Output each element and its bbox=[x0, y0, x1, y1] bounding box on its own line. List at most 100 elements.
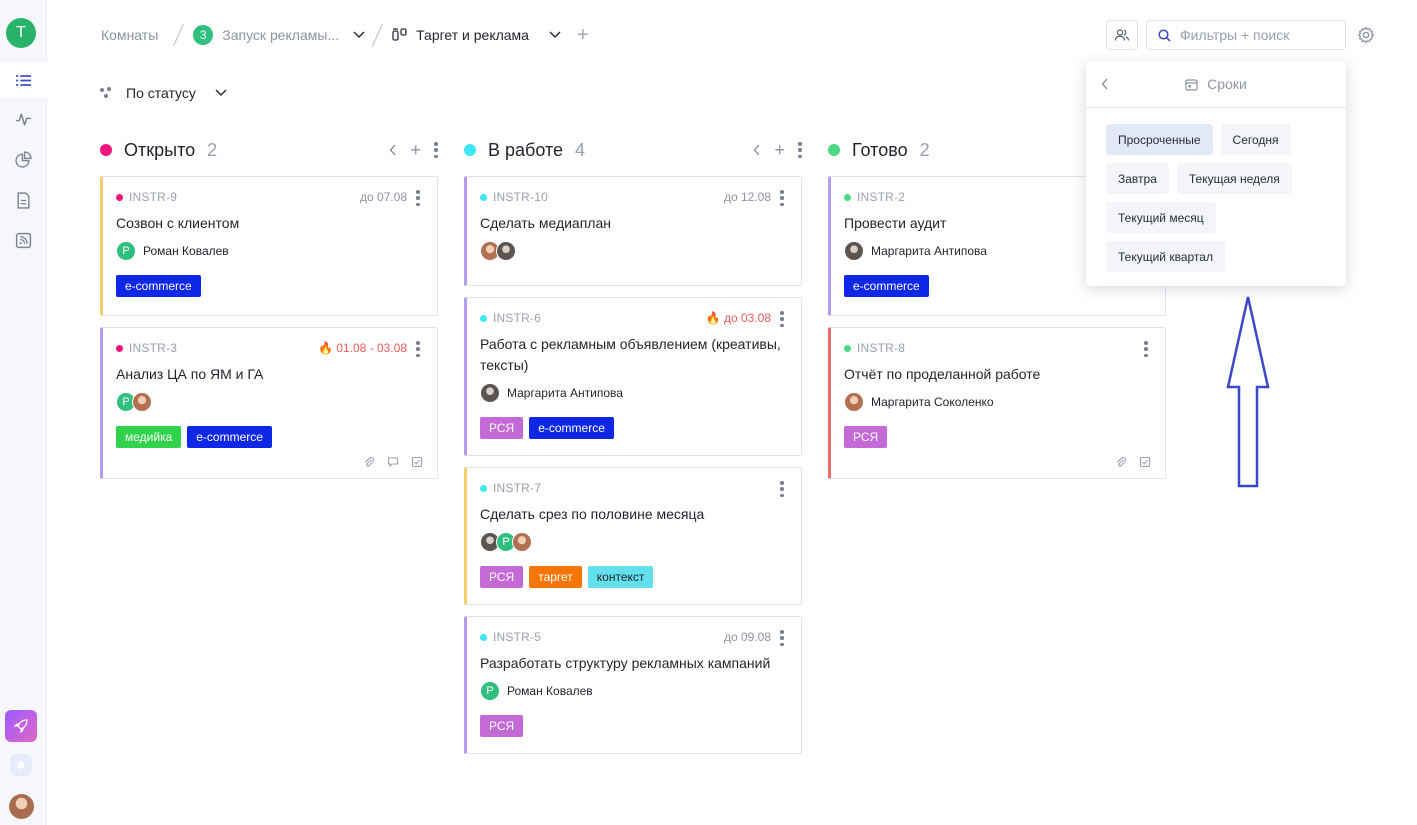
chevron-down-icon[interactable] bbox=[353, 31, 365, 39]
breadcrumb-project[interactable]: Запуск рекламы... bbox=[222, 27, 339, 43]
chevron-down-icon bbox=[215, 89, 227, 97]
sidebar-item-feed[interactable] bbox=[0, 222, 47, 258]
column-title: Открыто bbox=[124, 139, 196, 160]
chevron-left-icon[interactable] bbox=[753, 144, 761, 156]
avatar bbox=[132, 392, 152, 412]
activity-icon bbox=[16, 112, 31, 126]
assignee-name: Маргарита Антипова bbox=[871, 244, 987, 258]
deadline-option-this-month[interactable]: Текущий месяц bbox=[1106, 202, 1216, 233]
add-card-button[interactable]: + bbox=[410, 141, 421, 159]
deadline-option-this-week[interactable]: Текущая неделя bbox=[1176, 163, 1292, 194]
column-menu-icon[interactable] bbox=[434, 142, 438, 158]
board-icon bbox=[392, 28, 407, 41]
fire-icon: 🔥 bbox=[705, 311, 721, 325]
add-card-button[interactable]: + bbox=[774, 141, 785, 159]
rss-icon bbox=[15, 232, 32, 248]
status-dot bbox=[464, 144, 476, 156]
tag: РСЯ bbox=[480, 417, 524, 439]
avatar bbox=[480, 383, 500, 403]
task-card[interactable]: INSTR-10 до 12.08 Сделать медиаплан bbox=[464, 176, 802, 286]
group-icon bbox=[100, 87, 111, 98]
sidebar-item-activity[interactable] bbox=[0, 101, 47, 137]
search-input[interactable] bbox=[1180, 27, 1340, 43]
sidebar: T bbox=[0, 0, 47, 825]
avatar bbox=[512, 532, 532, 552]
chevron-left-icon[interactable] bbox=[1100, 77, 1110, 91]
add-board-button[interactable]: + bbox=[577, 25, 589, 45]
card-menu-icon[interactable] bbox=[780, 311, 784, 327]
avatar: Р bbox=[480, 681, 500, 701]
workspace-avatar[interactable]: T bbox=[6, 18, 36, 48]
task-key: INSTR-7 bbox=[493, 481, 542, 495]
assignee-name: Маргарита Антипова bbox=[507, 386, 623, 400]
members-button[interactable] bbox=[1106, 20, 1138, 50]
notifications-button[interactable] bbox=[10, 754, 32, 776]
sidebar-item-reports[interactable] bbox=[0, 141, 47, 177]
card-menu-icon[interactable] bbox=[780, 190, 784, 206]
chevron-down-icon[interactable] bbox=[549, 31, 561, 39]
status-dot bbox=[100, 144, 112, 156]
sidebar-item-tasks[interactable] bbox=[0, 62, 47, 98]
task-card[interactable]: INSTR-8 Отчёт по проделанной работе Марг… bbox=[828, 327, 1166, 479]
comment-icon bbox=[387, 457, 399, 468]
tag: e-commerce bbox=[529, 417, 614, 439]
search-icon bbox=[1158, 28, 1171, 42]
breadcrumb-board[interactable]: Таргет и реклама bbox=[416, 27, 529, 43]
deadline-option-overdue[interactable]: Просроченные bbox=[1106, 124, 1213, 155]
tag: e-commerce bbox=[116, 275, 201, 297]
task-card[interactable]: INSTR-6 🔥 до 03.08 Работа с рекламным об… bbox=[464, 297, 802, 456]
task-card[interactable]: INSTR-9 до 07.08 Созвон с клиентом Р Ром… bbox=[100, 176, 438, 316]
task-key: INSTR-2 bbox=[857, 190, 906, 204]
card-menu-icon[interactable] bbox=[780, 481, 784, 497]
breadcrumb-rooms[interactable]: Комнаты bbox=[101, 27, 158, 43]
card-menu-icon[interactable] bbox=[780, 630, 784, 646]
avatar bbox=[844, 241, 864, 261]
task-key: INSTR-3 bbox=[129, 341, 178, 355]
breadcrumb: Комнаты 3 Запуск рекламы... Таргет и рек… bbox=[101, 22, 589, 48]
group-by-selector[interactable]: По статусу bbox=[99, 85, 227, 101]
tag: e-commerce bbox=[187, 426, 272, 448]
deadline-option-tomorrow[interactable]: Завтра bbox=[1106, 163, 1169, 194]
card-menu-icon[interactable] bbox=[416, 190, 420, 206]
rocket-button[interactable] bbox=[5, 710, 37, 742]
project-number-badge: 3 bbox=[193, 25, 214, 45]
card-menu-icon[interactable] bbox=[416, 341, 420, 357]
task-key: INSTR-8 bbox=[857, 341, 906, 355]
due-date: до 07.08 bbox=[359, 190, 407, 204]
column-title: Готово bbox=[852, 139, 908, 160]
sidebar-item-docs[interactable] bbox=[0, 182, 47, 218]
card-menu-icon[interactable] bbox=[1144, 341, 1148, 357]
gear-icon[interactable] bbox=[1357, 26, 1375, 44]
bell-icon bbox=[17, 761, 25, 771]
column-title: В работе bbox=[488, 139, 564, 160]
assignee-name: Роман Ковалев bbox=[507, 684, 593, 698]
tag: РСЯ bbox=[480, 566, 524, 588]
deadline-option-today[interactable]: Сегодня bbox=[1220, 124, 1291, 155]
column-header: В работе 4 + bbox=[464, 135, 802, 165]
status-dot bbox=[828, 144, 840, 156]
task-card[interactable]: INSTR-3 🔥 01.08 - 03.08 Анализ ЦА по ЯМ … bbox=[100, 327, 438, 479]
task-title: Отчёт по проделанной работе bbox=[844, 366, 1041, 382]
chevron-left-icon[interactable] bbox=[389, 144, 397, 156]
task-title: Сделать медиаплан bbox=[480, 215, 611, 231]
task-title: Сделать срез по половине месяца bbox=[480, 506, 705, 522]
avatar bbox=[844, 392, 864, 412]
avatar bbox=[496, 241, 516, 261]
task-card[interactable]: INSTR-5 до 09.08 Разработать структуру р… bbox=[464, 616, 802, 754]
deadline-option-this-quarter[interactable]: Текущий квартал bbox=[1106, 241, 1225, 272]
due-date: до 12.08 bbox=[723, 190, 771, 204]
user-avatar[interactable] bbox=[9, 794, 34, 819]
panel-header: Сроки bbox=[1086, 61, 1346, 108]
task-key: INSTR-9 bbox=[129, 190, 178, 204]
column-count: 4 bbox=[575, 139, 586, 160]
assignee-name: Маргарита Соколенко bbox=[871, 395, 994, 409]
task-card[interactable]: INSTR-7 Сделать срез по половине месяца … bbox=[464, 467, 802, 605]
tag: таргет bbox=[529, 566, 582, 588]
task-key: INSTR-6 bbox=[493, 311, 542, 325]
tag: контекст bbox=[587, 566, 654, 588]
tag: РСЯ bbox=[844, 426, 888, 448]
pie-chart-icon bbox=[15, 150, 32, 168]
breadcrumb-separator bbox=[173, 23, 185, 47]
column-count: 2 bbox=[207, 139, 218, 160]
column-menu-icon[interactable] bbox=[798, 142, 802, 158]
